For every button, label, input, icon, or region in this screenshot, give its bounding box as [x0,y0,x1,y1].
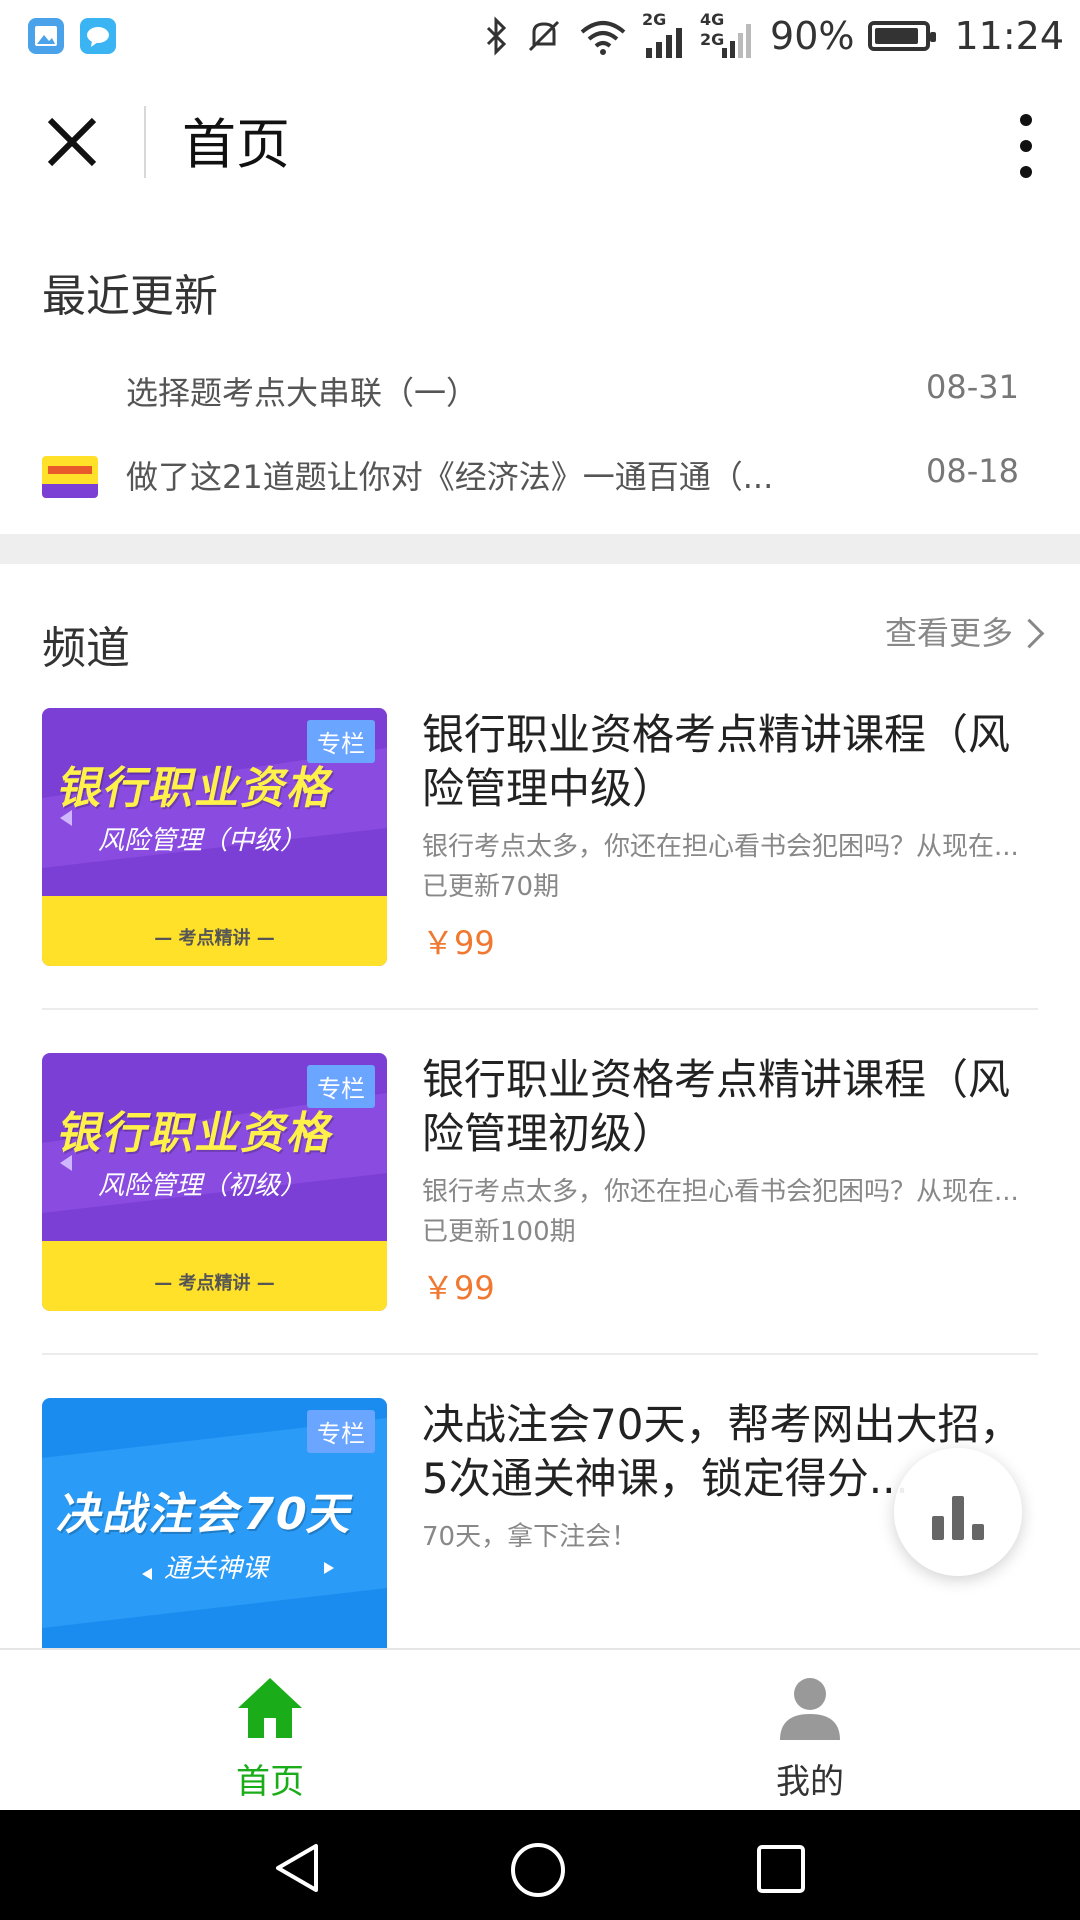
column-badge: 专栏 [307,720,375,763]
cover-subtitle: 风险管理（初级） [98,1171,307,1201]
message-icon [80,18,116,54]
course-update-count: 已更新100期 [422,1217,576,1247]
course-description: 银行考点太多，你还在担心看书会犯困吗？从现在... [422,1177,1019,1207]
tab-mine-label: 我的 [776,1762,844,1802]
cover-band-text: — 考点精讲 — [154,928,275,949]
back-icon[interactable] [272,1842,324,1894]
recent-item-thumbnail [42,456,98,498]
tab-home-label: 首页 [236,1762,304,1802]
tab-bar: 首页 我的 [0,1648,1080,1810]
bluetooth-icon [486,16,507,56]
course-cover: 决战注会70天 通关神课 专栏 [42,1398,387,1648]
tab-mine[interactable]: 我的 [540,1650,1080,1810]
recent-updates-section: 最近更新 选择题考点大串联（一） 08-31 做了这21道题让你对《经济法》一通… [0,222,1080,534]
see-more-label: 查看更多 [884,614,1013,652]
clock: 11:24 [954,14,1064,58]
recent-item[interactable]: 做了这21道题让你对《经济法》一通百通（... 08-18 [0,442,1080,512]
cover-subtitle: 风险管理（中级） [98,826,307,856]
recent-item-title: 选择题考点大串联（一） [126,374,479,412]
course-cover: 银行职业资格 风险管理（初级） — 考点精讲 — 专栏 [42,1053,387,1311]
channel-title: 频道 [42,623,130,674]
column-badge: 专栏 [307,1410,375,1453]
course-title: 银行职业资格考点精讲课程（风险管理初级） [422,1055,1011,1158]
signal-2: 4G 2G [700,10,756,58]
home-icon [234,1672,306,1744]
nav-divider [144,106,146,178]
page-title: 首页 [182,113,290,176]
course-cover: 银行职业资格 风险管理（中级） — 考点精讲 — 专栏 [42,708,387,966]
battery-icon [868,21,937,51]
cover-headline: 决战注会70天 [53,1489,360,1540]
status-bar: 2G 4G 2G 90% 11:24 [0,0,1080,72]
cover-subtitle: 通关神课 [164,1554,269,1584]
course-price: ￥99 [422,1269,495,1307]
section-gap [0,534,1080,564]
recent-item[interactable]: 选择题考点大串联（一） 08-31 [0,358,1080,428]
card-divider [42,1008,1038,1010]
course-card[interactable]: 决战注会70天 通关神课 专栏 决战注会70天，帮考网出大招，5次通关神课，锁定… [42,1398,1038,1648]
channel-header: 频道 查看更多 [0,564,1080,694]
gallery-icon [28,18,64,54]
recents-icon[interactable] [756,1844,806,1894]
see-more-link[interactable]: 查看更多 [884,608,1045,654]
course-title: 银行职业资格考点精讲课程（风险管理中级） [422,710,1011,813]
nav-bar: 首页 [0,72,1080,222]
course-price: ￥99 [422,924,495,962]
recent-item-date: 08-18 [926,452,1019,490]
wifi-icon [580,21,626,55]
tab-home[interactable]: 首页 [0,1650,540,1810]
more-menu-icon[interactable] [1014,114,1038,178]
chevron-right-icon [1014,618,1045,648]
bar-chart-icon [932,1516,944,1540]
mute-icon [528,20,560,52]
column-badge: 专栏 [307,1065,375,1108]
home-circle-icon[interactable] [510,1842,566,1898]
recent-updates-title: 最近更新 [42,271,218,322]
recent-item-title: 做了这21道题让你对《经济法》一通百通（... [126,458,774,496]
close-icon[interactable] [40,110,104,174]
system-nav-bar [0,1810,1080,1920]
battery-text: 90% [770,14,855,58]
course-card[interactable]: 银行职业资格 风险管理（初级） — 考点精讲 — 专栏 银行职业资格考点精讲课程… [42,1053,1038,1398]
user-icon [774,1672,846,1744]
cover-band-text: — 考点精讲 — [154,1273,275,1294]
signal-1: 2G [642,10,686,58]
course-description: 银行考点太多，你还在担心看书会犯困吗？从现在... [422,832,1019,862]
card-divider [42,1353,1038,1355]
stats-float-button[interactable] [894,1448,1022,1576]
recent-item-date: 08-31 [926,368,1019,406]
course-card[interactable]: 银行职业资格 风险管理（中级） — 考点精讲 — 专栏 银行职业资格考点精讲课程… [42,708,1038,1053]
course-update-count: 已更新70期 [422,872,560,902]
